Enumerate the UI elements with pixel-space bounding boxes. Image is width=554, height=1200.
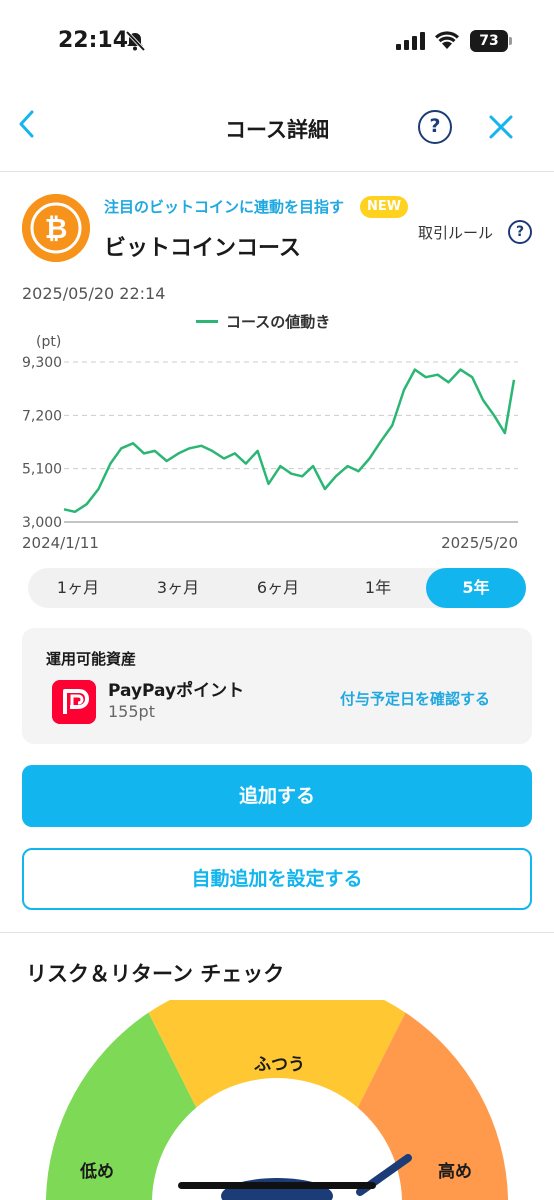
grant-date-link[interactable]: 付与予定日を確認する — [340, 688, 490, 709]
price-chart: (pt) 9,300 7,200 5,100 3,000 2024/1/11 2025… — [22, 334, 518, 552]
tab-3-months[interactable]: 3ヶ月 — [128, 568, 228, 608]
paypay-icon — [52, 680, 96, 724]
y-tick-label: 3,000 — [22, 515, 62, 531]
course-name: ビットコインコース — [104, 236, 301, 261]
price-line — [63, 368, 516, 514]
risk-level-high: 高め — [438, 1162, 472, 1182]
svg-text:₿: ₿ — [45, 212, 68, 245]
y-tick-label: 9,300 — [22, 355, 62, 371]
range-tabs: 1ヶ月 3ヶ月 6ヶ月 1年 5年 — [28, 568, 526, 608]
section-divider — [0, 932, 554, 933]
tab-5-years[interactable]: 5年 — [426, 568, 526, 608]
assets-heading: 運用可能資産 — [46, 650, 137, 668]
page-title: コース詳細 — [225, 118, 329, 142]
asset-name: PayPayポイント — [108, 681, 245, 701]
rules-help-icon[interactable]: ? — [508, 220, 532, 244]
new-badge: NEW — [360, 196, 408, 218]
y-tick-label: 5,100 — [22, 462, 62, 478]
x-start-label: 2024/1/11 — [22, 534, 99, 552]
risk-level-normal: ふつう — [254, 1055, 305, 1075]
x-end-label: 2025/5/20 — [441, 534, 518, 552]
cellular-signal-icon — [396, 32, 425, 50]
status-time: 22:14 — [58, 28, 129, 53]
auto-add-button[interactable]: 自動追加を設定する — [22, 848, 532, 910]
add-button[interactable]: 追加する — [22, 765, 532, 827]
chart-timestamp: 2025/05/20 22:14 — [22, 284, 166, 303]
tab-6-months[interactable]: 6ヶ月 — [228, 568, 328, 608]
risk-level-low: 低め — [80, 1162, 114, 1182]
battery-icon: 73 — [470, 30, 508, 52]
wifi-icon — [435, 31, 459, 49]
bell-slash-icon — [125, 30, 146, 52]
tab-1-year[interactable]: 1年 — [328, 568, 428, 608]
y-axis-label: (pt) — [36, 334, 61, 350]
bitcoin-icon: ₿ — [22, 194, 90, 262]
asset-amount: 155pt — [108, 702, 155, 721]
course-tagline: 注目のビットコインに連動を目指す — [104, 198, 345, 216]
risk-return-title: リスク＆リターン チェック — [26, 962, 285, 986]
available-assets-card: 運用可能資産 PayPayポイント 155pt 付与予定日を確認する — [22, 628, 532, 744]
help-icon[interactable]: ? — [418, 110, 452, 144]
battery-nub — [509, 37, 512, 45]
tab-1-month[interactable]: 1ヶ月 — [28, 568, 128, 608]
y-tick-label: 7,200 — [22, 408, 62, 424]
status-bar: 22:14 73 — [0, 0, 554, 84]
close-icon[interactable] — [484, 110, 518, 144]
nav-bar: コース詳細 ? — [0, 84, 554, 172]
home-indicator — [178, 1182, 376, 1189]
trading-rules-link[interactable]: 取引ルール — [418, 222, 493, 243]
